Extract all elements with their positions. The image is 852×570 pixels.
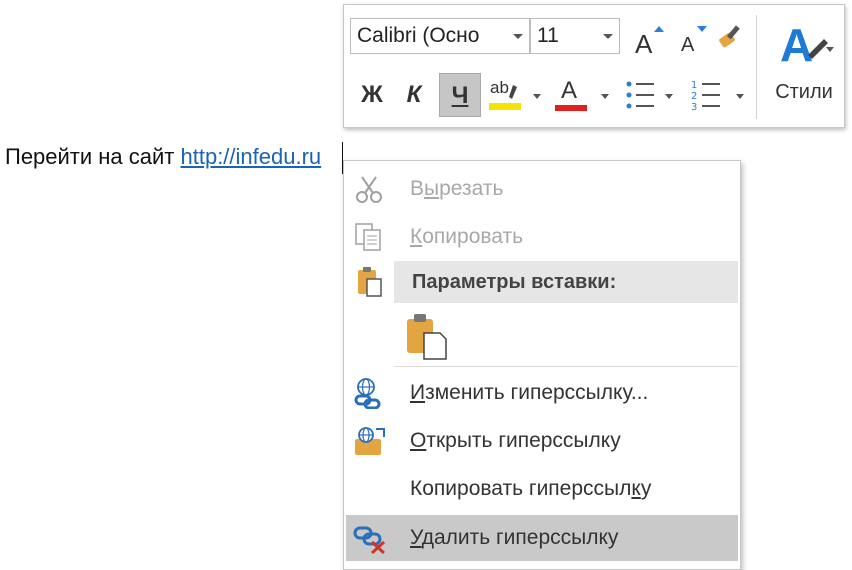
grow-font-button[interactable]: A (632, 19, 666, 59)
styles-button[interactable]: A Стили (764, 15, 844, 119)
context-menu: Вырезать Копировать Параметры вставки: И… (343, 160, 741, 570)
chevron-down-icon[interactable] (601, 94, 609, 99)
bullets-icon (626, 81, 654, 109)
font-color-label: A (561, 77, 578, 104)
menu-separator (394, 366, 738, 367)
scissors-icon (356, 176, 382, 203)
font-size-value: 11 (537, 24, 559, 47)
styles-icon: A (780, 19, 834, 71)
bold-button[interactable]: Ж (354, 73, 390, 117)
font-name-combo[interactable]: Calibri (Осно (350, 18, 530, 54)
font-name-value: Calibri (Осно (357, 24, 480, 47)
menu-item-label: Копировать (410, 225, 524, 248)
chevron-down-icon[interactable] (665, 94, 673, 99)
hyperlink[interactable]: http://infedu.ru (181, 144, 322, 169)
open-link-icon (355, 427, 385, 455)
menu-item-label: Открыть гиперссылку (410, 429, 621, 452)
font-color-bar (555, 105, 587, 111)
italic-button[interactable]: К (396, 73, 432, 117)
format-painter-icon (719, 25, 740, 48)
svg-text:2: 2 (691, 91, 697, 102)
paste-options-header: Параметры вставки: (394, 261, 738, 303)
menu-item-copy[interactable]: Копировать (346, 215, 738, 259)
mini-toolbar: Calibri (Осно 11 A A Ж К Ч ab A 1 2 3 A … (343, 4, 845, 128)
format-painter-button[interactable] (716, 21, 750, 55)
svg-text:1: 1 (691, 80, 697, 91)
bullets-button[interactable] (624, 77, 658, 113)
pen-icon (509, 85, 517, 99)
svg-text:A: A (780, 19, 813, 71)
menu-item-label: Вырезать (410, 177, 504, 200)
document-line: Перейти на сайт http://infedu.ru (5, 142, 321, 172)
grow-font-label: A (635, 29, 653, 59)
svg-text:3: 3 (691, 102, 697, 113)
shrink-font-button[interactable]: A (678, 19, 712, 57)
styles-label: Стили (775, 81, 833, 103)
shrink-font-label: A (681, 34, 695, 56)
menu-item-copy-hyperlink[interactable]: Копировать гиперссылку (346, 467, 738, 511)
paste-icon (407, 314, 447, 360)
highlight-color-bar (489, 103, 521, 110)
font-size-combo[interactable]: 11 (530, 18, 620, 54)
paste-options-label: Параметры вставки: (412, 271, 617, 293)
chevron-down-icon[interactable] (533, 94, 541, 99)
triangle-up-icon (654, 26, 664, 32)
edit-link-icon (354, 378, 381, 409)
chevron-down-icon[interactable] (603, 34, 613, 39)
font-color-button[interactable]: A (552, 73, 590, 117)
remove-link-icon (353, 526, 386, 554)
menu-item-cut[interactable]: Вырезать (346, 167, 738, 211)
toolbar-separator (756, 15, 757, 119)
document-text: Перейти на сайт (5, 144, 181, 169)
menu-item-label: Копировать гиперссылку (410, 477, 652, 500)
highlight-button[interactable]: ab (487, 73, 525, 117)
menu-item-edit-hyperlink[interactable]: Изменить гиперссылку... (346, 371, 738, 415)
menu-item-label: Удалить гиперссылку (410, 526, 619, 549)
numbering-button[interactable]: 1 2 3 (690, 77, 724, 113)
paste-icon (358, 267, 382, 297)
underline-button[interactable]: Ч (439, 73, 481, 117)
chevron-down-icon[interactable] (736, 94, 744, 99)
menu-item-open-hyperlink[interactable]: Открыть гиперссылку (346, 419, 738, 463)
numbering-icon: 1 2 3 (691, 80, 720, 113)
paste-keep-source-button[interactable] (404, 311, 450, 361)
chevron-down-icon[interactable] (513, 34, 523, 39)
menu-item-label: Изменить гиперссылку... (410, 381, 649, 404)
copy-icon (355, 223, 381, 251)
menu-item-remove-hyperlink[interactable]: Удалить гиперссылку (346, 515, 738, 561)
triangle-down-icon (697, 26, 707, 32)
